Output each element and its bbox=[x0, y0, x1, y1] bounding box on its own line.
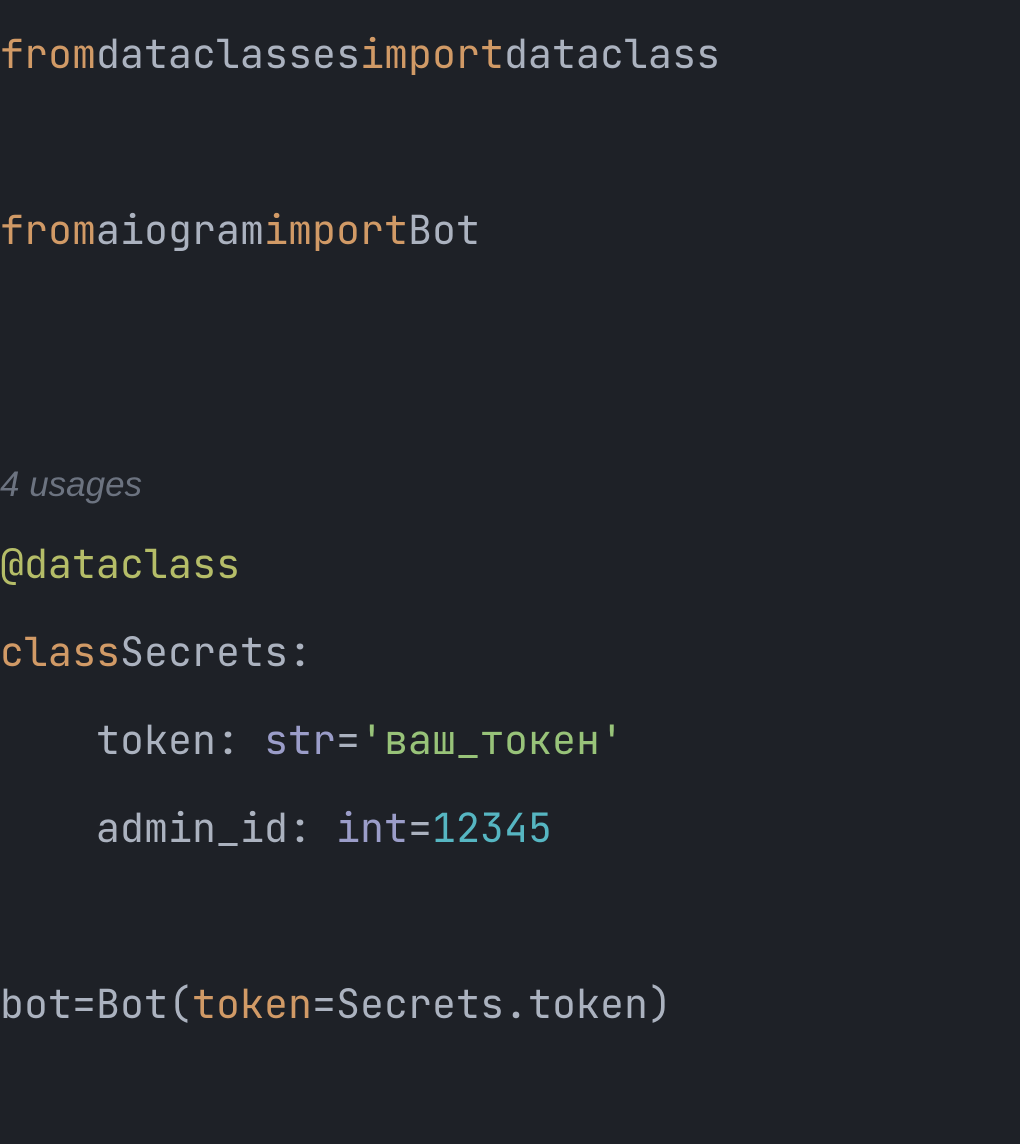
code-line-import-1: from dataclasses import dataclass bbox=[0, 10, 1020, 98]
field-name: token bbox=[96, 710, 216, 770]
colon: : bbox=[288, 622, 312, 682]
param-name: token bbox=[192, 974, 312, 1034]
module-name: dataclasses bbox=[96, 24, 360, 84]
dot: . bbox=[504, 974, 528, 1034]
field-name: admin_id bbox=[96, 798, 288, 858]
decorator: @dataclass bbox=[0, 534, 240, 594]
close-paren: ) bbox=[648, 974, 672, 1034]
equals: = bbox=[336, 710, 360, 770]
code-line-field-2: admin_id: int = 12345 bbox=[0, 784, 1020, 872]
variable-name: bot bbox=[0, 974, 72, 1034]
number-literal: 12345 bbox=[432, 798, 552, 858]
equals: = bbox=[408, 798, 432, 858]
string-literal: 'ваш_токен' bbox=[360, 710, 624, 770]
code-line-blank bbox=[0, 98, 1020, 186]
param-equals: = bbox=[312, 974, 336, 1034]
module-name: aiogram bbox=[96, 200, 264, 260]
code-line-blank bbox=[0, 362, 1020, 450]
open-paren: ( bbox=[168, 974, 192, 1034]
code-line-decorator: @dataclass bbox=[0, 520, 1020, 608]
import-name: dataclass bbox=[504, 24, 720, 84]
code-line-field-1: token: str = 'ваш_токен' bbox=[0, 696, 1020, 784]
usages-hint[interactable]: 4 usages bbox=[0, 450, 1020, 520]
arg-attr: token bbox=[528, 974, 648, 1034]
class-name: Secrets bbox=[120, 622, 288, 682]
keyword-class: class bbox=[0, 622, 120, 682]
type-annotation: str bbox=[264, 710, 336, 770]
code-editor[interactable]: from dataclasses import dataclass from a… bbox=[0, 0, 1020, 1048]
keyword-import: import bbox=[264, 200, 408, 260]
keyword-from: from bbox=[0, 200, 96, 260]
type-annotation: int bbox=[336, 798, 408, 858]
equals: = bbox=[72, 974, 96, 1034]
code-line-class-def: class Secrets: bbox=[0, 608, 1020, 696]
arg-object: Secrets bbox=[336, 974, 504, 1034]
call-name: Bot bbox=[96, 974, 168, 1034]
code-line-import-2: from aiogram import Bot bbox=[0, 186, 1020, 274]
keyword-from: from bbox=[0, 24, 96, 84]
code-line-blank bbox=[0, 872, 1020, 960]
code-line-assignment: bot = Bot(token=Secrets.token) bbox=[0, 960, 1020, 1048]
keyword-import: import bbox=[360, 24, 504, 84]
code-line-blank bbox=[0, 274, 1020, 362]
import-name: Bot bbox=[408, 200, 480, 260]
